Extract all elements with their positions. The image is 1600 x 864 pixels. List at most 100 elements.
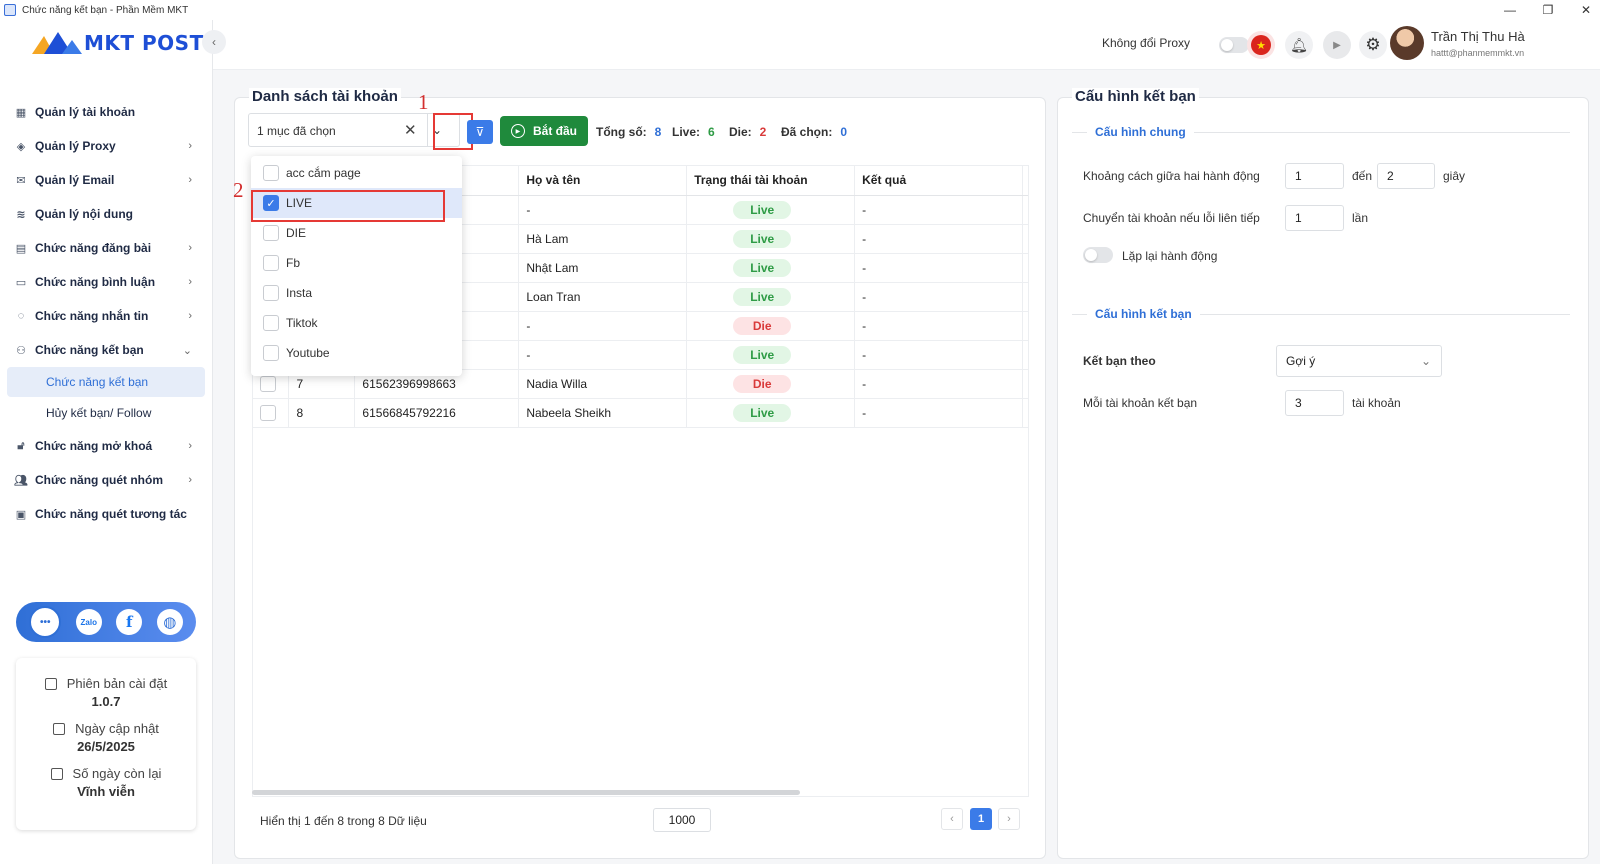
calendar-icon	[53, 722, 66, 735]
days-row: Số ngày còn lại Vĩnh viễn	[16, 766, 196, 799]
sidebar-item-chuc-nang-ket-ban[interactable]: ⚇ Chức năng kết bạn ⌄	[0, 333, 212, 367]
row-extra: -	[1022, 282, 1028, 312]
sidebar-item-quan-ly-tai-khoan[interactable]: ▦ Quản lý tài khoản	[0, 95, 212, 129]
dropdown-option-acc-cam-page[interactable]: acc cắm page	[251, 158, 462, 188]
chevron-icon: ›	[188, 474, 192, 486]
window-titlebar: Chức năng kết bạn - Phần Mềm MKT — ❐ ✕	[0, 0, 1600, 20]
sidebar-item-chuc-nang-mo-khoa[interactable]: 🔓︎ Chức năng mở khoá ›	[0, 429, 212, 463]
annotation-2: 2	[233, 178, 244, 202]
sidebar-nav: ▦ Quản lý tài khoản ◈ Quản lý Proxy › ✉ Quản l…	[0, 95, 212, 531]
option-checkbox[interactable]	[263, 285, 279, 301]
row-name: Nabeela Sheikh	[518, 398, 688, 428]
option-checkbox[interactable]	[263, 225, 279, 241]
sidebar-collapse-button[interactable]: ‹	[202, 30, 226, 54]
sidebar-item-chuc-nang-dang-bai[interactable]: ▤ Chức năng đăng bài ›	[0, 231, 212, 265]
switch-account-input[interactable]: 1	[1285, 205, 1344, 231]
start-button[interactable]: ▶ Bắt đầu	[500, 116, 588, 146]
status-badge: Live	[733, 287, 792, 306]
horizontal-scrollbar[interactable]	[252, 790, 800, 795]
option-checkbox[interactable]	[263, 165, 279, 181]
page-1-button[interactable]: 1	[970, 808, 992, 830]
globe-icon[interactable]: ◍	[156, 609, 183, 635]
option-checkbox[interactable]	[263, 345, 279, 361]
col-name[interactable]: Họ và tên	[518, 166, 688, 196]
sidebar-subitem-chuc-nang-ket-ban[interactable]: Chức năng kết bạn	[7, 367, 205, 397]
close-button[interactable]: ✕	[1566, 0, 1600, 20]
sidebar-item-chuc-nang-quet-nhom[interactable]: 👥︎ Chức năng quét nhóm ›	[0, 463, 212, 497]
dropdown-option-die[interactable]: DIE	[251, 218, 462, 248]
repeat-label: Lặp lại hành động	[1122, 249, 1218, 263]
next-page-button[interactable]: ›	[998, 808, 1020, 830]
dropdown-option-fb[interactable]: Fb	[251, 248, 462, 278]
row-name: Nadia Willa	[518, 369, 688, 399]
sidebar-item-quan-ly-noi-dung[interactable]: ≋ Quản lý nội dung	[0, 197, 212, 231]
proxy-toggle[interactable]	[1219, 37, 1249, 53]
option-label: acc cắm page	[286, 166, 361, 180]
language-flag-icon[interactable]: ★	[1247, 31, 1275, 59]
interval-to-input[interactable]: 2	[1377, 163, 1435, 189]
row-name: Loan Tran	[518, 282, 688, 312]
sidebar-item-quan-ly-proxy[interactable]: ◈ Quản lý Proxy ›	[0, 129, 212, 163]
col-result[interactable]: Kết quả	[854, 166, 1023, 196]
repeat-toggle[interactable]	[1083, 247, 1113, 263]
row-status-cell: Live	[686, 253, 856, 283]
info-card: Phiên bản cài đặt 1.0.7 Ngày cập nhật 26…	[16, 658, 196, 830]
filter-button[interactable]: ⊽	[467, 120, 493, 144]
row-status-cell: Live	[686, 340, 856, 370]
category-select[interactable]: 1 mục đã chọn ✕ ⌄	[248, 113, 460, 147]
dropdown-option-tiktok[interactable]: Tiktok	[251, 308, 462, 338]
prev-page-button[interactable]: ‹	[941, 808, 963, 830]
bell-icon[interactable]: 🔔︎	[1285, 31, 1313, 59]
sidebar-item-quan-ly-email[interactable]: ✉ Quản lý Email ›	[0, 163, 212, 197]
sidebar-item-chuc-nang-quet-tuong-tac[interactable]: ▣ Chức năng quét tương tác	[0, 497, 212, 531]
option-checkbox[interactable]	[263, 315, 279, 331]
restore-button[interactable]: ❐	[1528, 0, 1568, 20]
interval-from-input[interactable]: 1	[1285, 163, 1344, 189]
update-row: Ngày cập nhật 26/5/2025	[16, 721, 196, 754]
status-badge: Live	[733, 345, 792, 364]
config-panel-title: Cấu hình kết bạn	[1072, 88, 1199, 105]
facebook-icon[interactable]: f	[116, 609, 143, 635]
status-badge: Die	[733, 316, 792, 335]
sidebar-subitem-huy-ket-ban-follow[interactable]: Hủy kết bạn/ Follow	[0, 397, 212, 429]
gear-icon[interactable]: ⚙	[1359, 31, 1387, 59]
box-icon	[50, 767, 63, 780]
sidebar-item-chuc-nang-nhan-tin[interactable]: ◌ Chức năng nhắn tin ›	[0, 299, 212, 333]
flag-star: ★	[1251, 35, 1271, 55]
content-icon: ≋	[16, 208, 26, 221]
row-result: -	[854, 398, 1023, 428]
status-badge: Die	[733, 374, 792, 393]
logo-text: MKT POST	[84, 31, 204, 55]
row-select-cell	[253, 398, 290, 428]
option-label: DIE	[286, 226, 307, 240]
sidebar-item-label: Chức năng quét nhóm	[35, 473, 164, 487]
minimize-button[interactable]: —	[1490, 0, 1530, 20]
option-checkbox[interactable]	[263, 255, 279, 271]
row-name: Hà Lam	[518, 224, 688, 254]
col-extra[interactable]: H	[1022, 166, 1028, 196]
row-checkbox[interactable]	[260, 404, 276, 421]
row-status-cell: Die	[686, 311, 856, 341]
avatar[interactable]	[1390, 26, 1424, 60]
support-icon[interactable]: •••	[29, 606, 62, 638]
row-checkbox[interactable]	[260, 375, 276, 392]
col-status[interactable]: Trạng thái tài khoản	[686, 166, 856, 196]
play-icon[interactable]: ▶	[1323, 31, 1351, 59]
chevron-icon: ›	[188, 440, 192, 452]
page-size-input[interactable]: 1000	[653, 808, 711, 832]
friend-by-value: Gợi ý	[1286, 354, 1316, 368]
days-value: Vĩnh viễn	[77, 784, 135, 799]
dropdown-option-youtube[interactable]: Youtube	[251, 338, 462, 368]
zalo-icon[interactable]: Zalo	[75, 609, 102, 635]
comment-icon: ▭	[15, 276, 27, 289]
dropdown-option-insta[interactable]: Insta	[251, 278, 462, 308]
friend-by-select[interactable]: Gợi ý ⌄	[1276, 345, 1442, 377]
proxy-toggle-label: Không đổi Proxy	[1102, 36, 1191, 50]
version-icon	[44, 677, 57, 690]
grid-icon: ▦	[15, 106, 27, 119]
sidebar-item-label: Chức năng đăng bài	[35, 241, 152, 255]
sidebar-item-chuc-nang-binh-luan[interactable]: ▭ Chức năng bình luận ›	[0, 265, 212, 299]
clear-selection-icon[interactable]: ✕	[404, 121, 417, 139]
table-row[interactable]: 861566845792216Nabeela Sheikh Live --	[253, 398, 1028, 428]
per-account-input[interactable]: 3	[1285, 390, 1344, 416]
